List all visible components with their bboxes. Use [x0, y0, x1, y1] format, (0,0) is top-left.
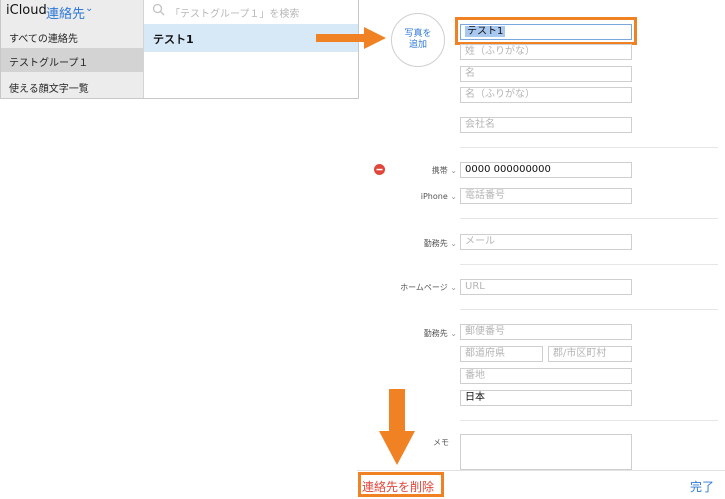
contacts-panel: iCloud 連絡先 ⌄ すべての連絡先 テストグループ１ 使える顔文字一覧 「…	[0, 0, 359, 99]
search-input[interactable]: 「テストグループ１」を検索	[148, 2, 354, 21]
first-name-phonetic-field[interactable]: 名（ふりがな）	[460, 87, 632, 103]
phone-label-mobile[interactable]: 携帯 ⌄	[400, 165, 457, 176]
done-button[interactable]: 完了	[690, 478, 714, 495]
sidebar-item-emoticons[interactable]: 使える顔文字一覧	[1, 74, 143, 98]
divider	[460, 218, 718, 219]
prefecture-field[interactable]: 都道府県	[460, 346, 543, 362]
chevron-down-icon[interactable]: ⌄	[85, 3, 93, 14]
url-field[interactable]: URL	[460, 279, 632, 295]
highlight-box-annotation	[455, 17, 637, 45]
url-label[interactable]: ホームページ ⌄	[380, 282, 457, 293]
address-label[interactable]: 勤務先 ⌄	[400, 328, 457, 339]
search-icon	[152, 3, 165, 16]
add-photo-button[interactable]: 写真を 追加	[391, 13, 445, 67]
add-photo-label-line1: 写真を	[404, 29, 432, 39]
sidebar-header: iCloud 連絡先 ⌄	[1, 0, 143, 24]
first-name-field[interactable]: 名	[460, 66, 632, 82]
arrow-right-annotation	[316, 27, 386, 49]
delete-contact-button[interactable]: 連絡先を削除	[362, 478, 434, 495]
street-field[interactable]: 番地	[460, 368, 632, 384]
sidebar: iCloud 連絡先 ⌄ すべての連絡先 テストグループ１ 使える顔文字一覧	[1, 0, 144, 98]
sidebar-item-label: 使える顔文字一覧	[9, 84, 89, 95]
search-placeholder: 「テストグループ１」を検索	[170, 9, 300, 20]
app-brand: iCloud	[6, 3, 47, 18]
phone-label-iphone[interactable]: iPhone ⌄	[400, 192, 457, 201]
footer-divider	[357, 470, 725, 471]
contact-name: テスト1	[153, 33, 194, 46]
company-field[interactable]: 会社名	[460, 117, 632, 133]
url-label-text: ホームページ	[400, 283, 448, 292]
memo-field[interactable]	[460, 434, 632, 470]
remove-field-icon[interactable]	[374, 164, 385, 175]
phone-label-text: 携帯	[431, 166, 448, 175]
divider	[460, 309, 718, 310]
mobile-phone-field[interactable]: 0000 000000000	[460, 162, 632, 178]
email-label[interactable]: 勤務先 ⌄	[400, 238, 457, 249]
phone-label-text: iPhone	[420, 192, 448, 201]
add-photo-label-line2: 追加	[408, 40, 427, 50]
sidebar-item-all-contacts[interactable]: すべての連絡先	[1, 24, 143, 48]
email-label-text: 勤務先	[423, 239, 448, 248]
country-field[interactable]: 日本	[460, 390, 632, 406]
divider	[460, 264, 718, 265]
email-field[interactable]: メール	[460, 234, 632, 250]
contact-list: 「テストグループ１」を検索 テスト1	[144, 0, 358, 98]
arrow-down-annotation	[379, 389, 415, 465]
divider	[460, 147, 718, 148]
phone-number-field[interactable]: 電話番号	[460, 188, 632, 204]
sidebar-item-label: テストグループ１	[9, 58, 89, 69]
sidebar-item-label: すべての連絡先	[9, 34, 78, 45]
city-field[interactable]: 郡/市区町村	[548, 346, 632, 362]
group-menu-button[interactable]: 連絡先	[46, 3, 85, 22]
postal-code-field[interactable]: 郵便番号	[460, 324, 632, 340]
divider	[460, 420, 718, 421]
last-name-phonetic-field[interactable]: 姓（ふりがな）	[460, 44, 632, 60]
sidebar-item-test-group[interactable]: テストグループ１	[1, 48, 143, 72]
address-label-text: 勤務先	[423, 329, 448, 338]
